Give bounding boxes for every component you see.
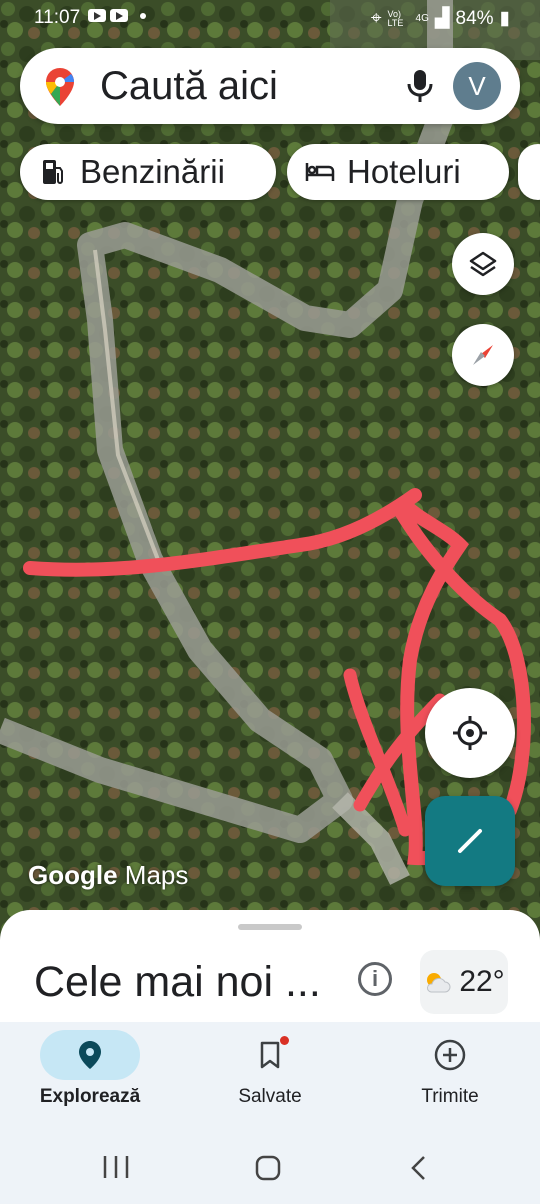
tab-explore-indicator (40, 1030, 140, 1080)
chip-label: Hoteluri (347, 153, 461, 190)
partly-cloudy-icon (427, 973, 451, 993)
tab-contribute[interactable]: Trimite (360, 1022, 540, 1132)
info-icon[interactable]: i (358, 962, 392, 996)
status-bar: 11:07 ⌖ Vo) LTE 4G ▟ 84% ▮ (0, 0, 540, 36)
compass-icon (473, 345, 493, 365)
google-maps-watermark: Google Maps (28, 860, 188, 891)
battery-icon: ▮ (499, 8, 510, 29)
notification-icons (88, 9, 146, 22)
tab-explore[interactable]: Explorează (0, 1022, 180, 1132)
microphone-icon[interactable] (406, 68, 434, 109)
network-label: 4G (415, 13, 429, 24)
weather-chip[interactable]: 22° (420, 950, 508, 1014)
carrier-label: Vo) LTE (387, 8, 404, 28)
directions-icon (458, 829, 482, 853)
sheet-drag-handle[interactable] (238, 924, 302, 930)
bottom-navigation: Explorează Salvate Trimite (0, 1022, 540, 1132)
notification-badge (280, 1036, 289, 1045)
watermark-brand: Google (28, 860, 118, 890)
system-indicators: ⌖ Vo) LTE 4G ▟ 84% ▮ (371, 7, 510, 30)
search-input[interactable]: Caută aici (100, 64, 278, 109)
recent-apps-button[interactable] (102, 1154, 130, 1180)
bed-icon (305, 161, 335, 183)
youtube-icon (110, 9, 128, 22)
google-maps-logo-icon (44, 66, 76, 113)
compass-button[interactable] (452, 324, 514, 386)
youtube-icon (88, 9, 106, 22)
signal-icon: ▟ (434, 8, 450, 29)
watermark-product: Maps (124, 860, 189, 890)
search-bar[interactable]: Caută aici V (20, 48, 520, 124)
tab-label: Salvate (238, 1086, 302, 1107)
chip-hotels[interactable]: Hoteluri (287, 144, 509, 200)
chip-gas-stations[interactable]: Benzinării (20, 144, 276, 200)
chip-more[interactable] (518, 144, 540, 200)
battery-percent: 84% (455, 7, 494, 29)
bottom-sheet[interactable]: Cele mai noi ... i 22° (0, 910, 540, 1030)
system-navigation-bar (0, 1132, 540, 1204)
layers-icon (469, 251, 497, 277)
location-pin-icon (79, 1041, 101, 1069)
status-time: 11:07 (34, 7, 81, 28)
directions-button[interactable] (425, 796, 515, 886)
tab-label: Trimite (421, 1086, 479, 1107)
chip-label: Benzinării (80, 153, 225, 190)
gas-station-icon (38, 158, 68, 186)
weather-temp: 22° (459, 965, 505, 998)
more-notifications-icon (140, 12, 146, 19)
add-circle-icon (434, 1039, 466, 1071)
crosshair-icon (453, 716, 487, 750)
avatar[interactable]: V (453, 62, 501, 110)
tab-saved[interactable]: Salvate (180, 1022, 360, 1132)
my-location-button[interactable] (425, 688, 515, 778)
tab-label: Explorează (39, 1086, 141, 1107)
location-status-icon: ⌖ (370, 7, 382, 29)
tab-saved-indicator (220, 1030, 320, 1080)
sheet-title[interactable]: Cele mai noi ... (34, 958, 321, 1007)
bookmark-icon (260, 1041, 280, 1069)
home-button[interactable] (254, 1154, 282, 1182)
tab-contribute-indicator (400, 1030, 500, 1080)
layers-button[interactable] (452, 233, 514, 295)
back-button[interactable] (408, 1154, 428, 1182)
